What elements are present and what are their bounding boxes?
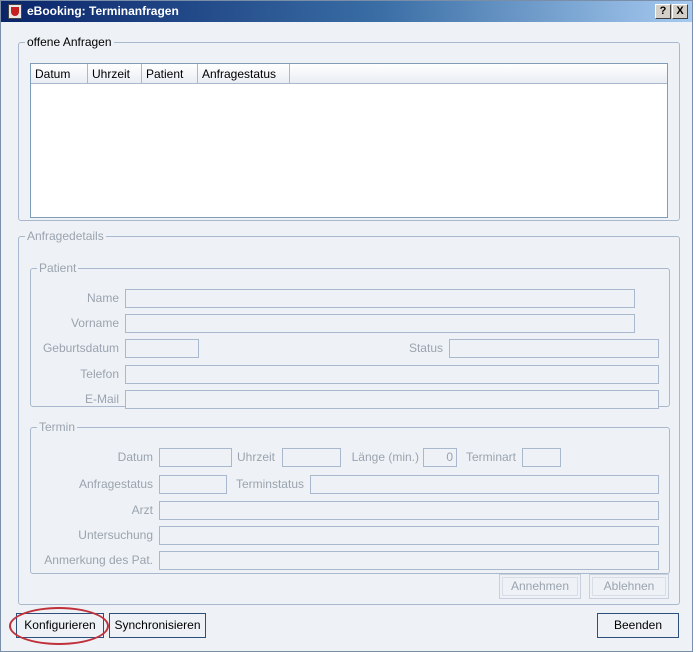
column-header-patient[interactable]: Patient	[142, 64, 198, 84]
synchronisieren-button[interactable]: Synchronisieren	[109, 613, 206, 638]
status-field[interactable]	[449, 339, 659, 358]
anmerkung-field[interactable]	[159, 551, 659, 570]
arzt-field[interactable]	[159, 501, 659, 520]
requests-table-header: Datum Uhrzeit Patient Anfragestatus	[31, 64, 667, 84]
request-details-legend: Anfragedetails	[27, 229, 104, 243]
close-button[interactable]: X	[672, 4, 688, 19]
anfragestatus-label: Anfragestatus	[78, 477, 153, 491]
appointment-legend: Termin	[39, 420, 76, 434]
patient-legend: Patient	[39, 261, 77, 275]
ablehnen-button[interactable]: Ablehnen	[589, 574, 669, 599]
terminart-label: Terminart	[465, 450, 516, 464]
appointment-group: Termin Datum Uhrzeit Länge (min.) 0 Term…	[30, 420, 670, 574]
terminstatus-field[interactable]	[310, 475, 659, 494]
terminart-field[interactable]	[522, 448, 561, 467]
open-requests-legend: offene Anfragen	[27, 35, 112, 49]
request-details-group: Anfragedetails Patient Name Vorname Gebu…	[18, 229, 680, 605]
vorname-field[interactable]	[125, 314, 635, 333]
email-field[interactable]	[125, 390, 659, 409]
telefon-label: Telefon	[80, 367, 119, 381]
untersuchung-field[interactable]	[159, 526, 659, 545]
window-title: eBooking: Terminanfragen	[27, 4, 179, 18]
column-header-anfragestatus[interactable]: Anfragestatus	[198, 64, 290, 84]
geburtsdatum-field[interactable]	[125, 339, 199, 358]
uhrzeit-field[interactable]	[282, 448, 341, 467]
datum-field[interactable]	[159, 448, 232, 467]
beenden-button[interactable]: Beenden	[597, 613, 679, 638]
patient-group: Patient Name Vorname Geburtsdatum Status…	[30, 261, 670, 409]
vorname-label: Vorname	[70, 316, 119, 330]
name-label: Name	[86, 291, 119, 305]
open-requests-group: offene Anfragen Datum Uhrzeit Patient An…	[18, 35, 680, 221]
terminanfragen-dialog: eBooking: Terminanfragen ? X offene Anfr…	[0, 0, 693, 652]
shield-app-icon	[8, 4, 22, 19]
laenge-label: Länge (min.)	[351, 450, 419, 464]
datum-label: Datum	[117, 450, 153, 464]
untersuchung-label: Untersuchung	[78, 528, 153, 542]
column-header-uhrzeit[interactable]: Uhrzeit	[88, 64, 142, 84]
anfragestatus-field[interactable]	[159, 475, 227, 494]
terminstatus-label: Terminstatus	[235, 477, 304, 491]
arzt-label: Arzt	[131, 503, 153, 517]
annehmen-button[interactable]: Annehmen	[499, 574, 581, 599]
column-header-datum[interactable]: Datum	[31, 64, 88, 84]
help-button[interactable]: ?	[655, 4, 671, 19]
email-label: E-Mail	[84, 392, 119, 406]
name-field[interactable]	[125, 289, 635, 308]
laenge-field[interactable]: 0	[423, 448, 457, 467]
status-label: Status	[408, 341, 443, 355]
uhrzeit-label: Uhrzeit	[236, 450, 275, 464]
geburtsdatum-label: Geburtsdatum	[42, 341, 119, 355]
anmerkung-label: Anmerkung des Pat.	[44, 553, 153, 567]
requests-table[interactable]: Datum Uhrzeit Patient Anfragestatus	[30, 63, 668, 218]
telefon-field[interactable]	[125, 365, 659, 384]
konfigurieren-button[interactable]: Konfigurieren	[16, 613, 104, 638]
title-bar[interactable]: eBooking: Terminanfragen ? X	[1, 1, 692, 22]
